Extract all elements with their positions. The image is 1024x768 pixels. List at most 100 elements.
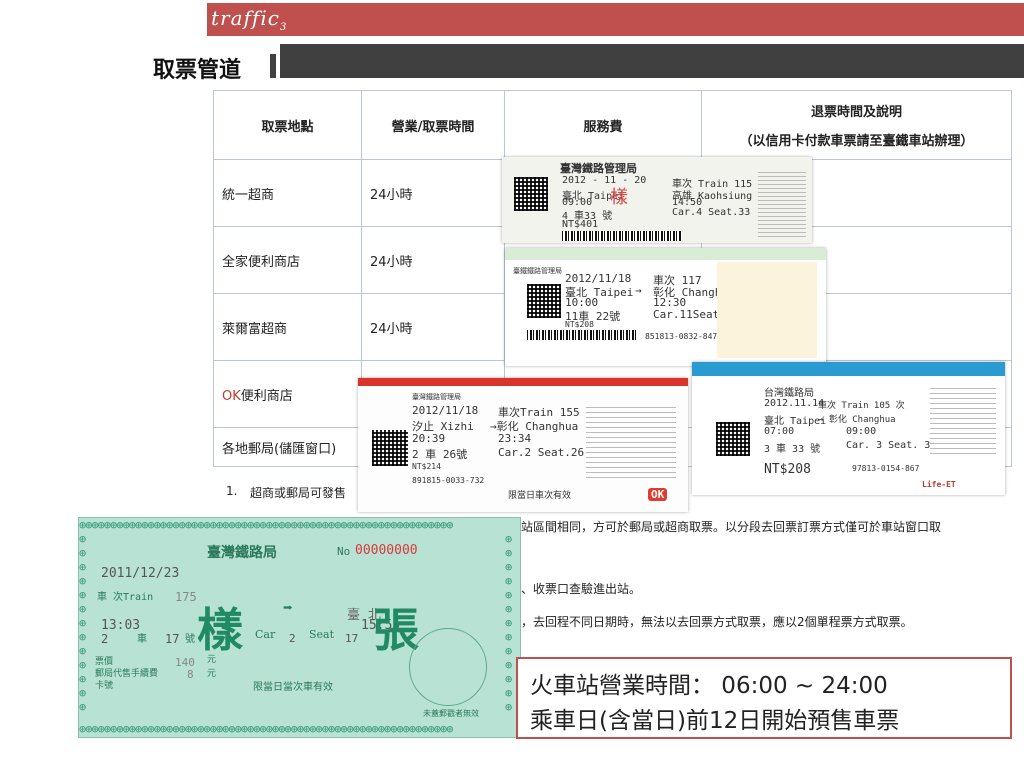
ticket-brand: Life-ET [922, 480, 956, 489]
ticket-code: 97813-0154-867 [852, 464, 920, 473]
row-location: 萊爾富超商 [213, 293, 362, 361]
ticket-title: 臺灣鐵路局 [207, 545, 277, 561]
logo-sub: 3 [279, 22, 288, 33]
ticket-car-en: Car [255, 628, 276, 641]
ticket-header: 臺灣鐵路管理局 [560, 162, 637, 175]
ticket-image-familymart: 臺鐵鐵路管理局 2012/11/18 車次 117 臺北 Taipei → 彰化… [505, 248, 826, 366]
ticket-edge-top: ⊕⊕⊕⊕⊕⊕⊕⊕⊕⊕⊕⊕⊕⊕⊕⊕⊕⊕⊕⊕⊕⊕⊕⊕⊕⊕⊕⊕⊕⊕⊕⊕⊕⊕⊕⊕⊕⊕⊕⊕… [79, 518, 453, 532]
ticket-stamp: 樣 [610, 187, 628, 208]
note-text: 超商或郵局可發售 [250, 486, 347, 500]
col-hours: 營業/取票時間 [361, 90, 505, 160]
qr-code-icon [527, 284, 561, 318]
postmark-circle-icon [409, 628, 487, 706]
ticket-code: 891815-0033-732 [412, 476, 485, 485]
row-hours: 24小時 [361, 159, 505, 227]
ticket-price: NT$208 [565, 320, 594, 329]
ticket-dep: 07:00 [764, 426, 795, 437]
ticket-price: NT$208 [764, 462, 811, 477]
barcode-icon [562, 231, 682, 241]
ticket-top-band [358, 378, 688, 386]
row-location-accent: OK [222, 388, 241, 404]
section-title: 取票管道 [153, 58, 242, 83]
ticket-arr: 23:34 [498, 432, 532, 445]
ticket-header: 臺鐵鐵路管理局 [513, 267, 562, 275]
ticket-date: 2012.11.14 [764, 398, 825, 409]
ticket-car-label: 車 [137, 634, 147, 645]
row-location: 統一超商 [213, 159, 362, 227]
ticket-fee-value: 8 [187, 668, 194, 681]
barcode-icon [527, 330, 637, 340]
header-logo: traffic3 [211, 6, 287, 33]
ticket-fare-unit: 元 [207, 655, 217, 665]
ticket-price: NT$214 [412, 462, 441, 471]
logo-text: traffic [211, 6, 280, 30]
ticket-seat: Car.4 Seat.33 [672, 207, 751, 218]
note-line-2: 、收票口查驗進出站。 [521, 582, 642, 596]
col-refund-sub: （以信用卡付款車票請至臺鐵車站辦理） [739, 134, 974, 149]
section-bar-stub [270, 54, 276, 78]
info-box: 火車站營業時間： 06:00 ~ 24:00 乘車日(含當日)前12日開始預售車… [516, 657, 1012, 739]
ticket-no-value: 00000000 [355, 543, 418, 558]
ticket-header: 台灣鐵路局 [764, 388, 814, 399]
ticket-footer: 未蓋郵戳者無效 [423, 709, 479, 718]
ticket-edge-left: ⊕ ⊕ ⊕ ⊕ ⊕ ⊕ ⊕ ⊕ ⊕ ⊕ ⊕ ⊕ ⊕ [79, 532, 87, 714]
ticket-note: 限當日車次有效 [508, 491, 572, 501]
ticket-car: 2 車 26號 [412, 448, 468, 461]
ticket-car-no: 2 [101, 632, 109, 646]
ticket-code: 851813-0832-847 [645, 332, 718, 341]
fine-print-block [717, 262, 817, 358]
ticket-car-en-no: 2 [289, 632, 296, 645]
arrow-right-icon: ➡ [283, 598, 293, 617]
fine-print-block [930, 384, 996, 454]
ticket-image-post-office: ⊕⊕⊕⊕⊕⊕⊕⊕⊕⊕⊕⊕⊕⊕⊕⊕⊕⊕⊕⊕⊕⊕⊕⊕⊕⊕⊕⊕⊕⊕⊕⊕⊕⊕⊕⊕⊕⊕⊕⊕… [78, 517, 521, 738]
ticket-valid: 限當日當次車有效 [253, 682, 333, 693]
ticket-no-label: No [337, 545, 351, 558]
info-line-hours: 火車站營業時間： 06:00 ~ 24:00 [530, 673, 888, 699]
row-location: 各地郵局(儲匯窗口) [213, 427, 362, 467]
ticket-dep: 13:03 [101, 618, 141, 633]
row-hours: 24小時 [361, 293, 505, 361]
note-line-1: 站區間相同，方可於郵局或超商取票。以分段去回票訂票方式僅可於車站窗口取 [521, 520, 942, 534]
ticket-seat: Car. 3 Seat. 33 [846, 440, 937, 451]
ticket-seat: Car.2 Seat.26 [498, 446, 585, 459]
ticket-top-band [692, 362, 1005, 376]
col-refund-title: 退票時間及說明 [810, 105, 902, 120]
qr-code-icon [716, 422, 750, 456]
header-band [207, 3, 1024, 36]
row-location-rest: 便利商店 [240, 388, 293, 404]
ticket-top-band [505, 248, 826, 260]
ticket-arr: 09:00 [846, 426, 877, 437]
ticket-card-label: 卡號 [95, 681, 114, 691]
ticket-image-ok: 臺灣鐵路管理局 2012/11/18 車次Train 155 汐止 Xizhi … [358, 378, 688, 512]
ticket-header: 臺灣鐵路管理局 [412, 393, 461, 401]
col-location: 取票地點 [213, 90, 362, 160]
ticket-seat-no: 17 [165, 632, 180, 646]
ticket-stamp-left: 樣 [197, 603, 243, 657]
section-bar [280, 44, 1024, 78]
fine-print-block [586, 404, 676, 478]
ticket-to: → 彰化 Changhua [818, 415, 896, 425]
row-location: OK便利商店 [213, 360, 362, 428]
ticket-image-711: 臺灣鐵路管理局 2012 - 11 - 20 車次 Train 115 臺北 T… [502, 157, 812, 243]
ticket-brand: OK [648, 488, 668, 501]
qr-code-icon [372, 430, 408, 466]
ticket-dep: 20:39 [412, 432, 446, 445]
ticket-train: 車次 Train 105 次 [818, 401, 905, 411]
ticket-date: 2012/11/18 [412, 404, 479, 417]
row-hours: 24小時 [361, 226, 505, 294]
ticket-train-label: 車 次Train [97, 592, 154, 603]
ticket-date: 2011/12/23 [101, 566, 180, 581]
ticket-price: NT$401 [562, 219, 599, 230]
ticket-from: 臺北 Taipei [764, 416, 827, 427]
note-number: 1. [226, 484, 238, 498]
note-line-3: ，去回程不同日期時，無法以去回票方式取票，應以2個單程票方式取票。 [521, 615, 913, 629]
ticket-train-no: 175 [175, 590, 197, 604]
fine-print-block [758, 171, 806, 237]
col-refund: 退票時間及說明 （以信用卡付款車票請至臺鐵車站辦理） [701, 90, 1012, 160]
ticket-image-hilife: 台灣鐵路局 2012.11.14 車次 Train 105 次 臺北 Taipe… [692, 362, 1005, 495]
table-header-row: 取票地點 營業/取票時間 服務費 退票時間及說明 （以信用卡付款車票請至臺鐵車站… [213, 90, 1012, 160]
ticket-edge-bottom: ⊕⊕⊕⊕⊕⊕⊕⊕⊕⊕⊕⊕⊕⊕⊕⊕⊕⊕⊕⊕⊕⊕⊕⊕⊕⊕⊕⊕⊕⊕⊕⊕⊕⊕⊕⊕⊕⊕⊕⊕… [79, 722, 453, 736]
info-line-presale: 乘車日(含當日)前12日開始預售車票 [530, 708, 900, 734]
ticket-seat-en: Seat [309, 628, 335, 641]
col-fee: 服務費 [504, 90, 702, 160]
